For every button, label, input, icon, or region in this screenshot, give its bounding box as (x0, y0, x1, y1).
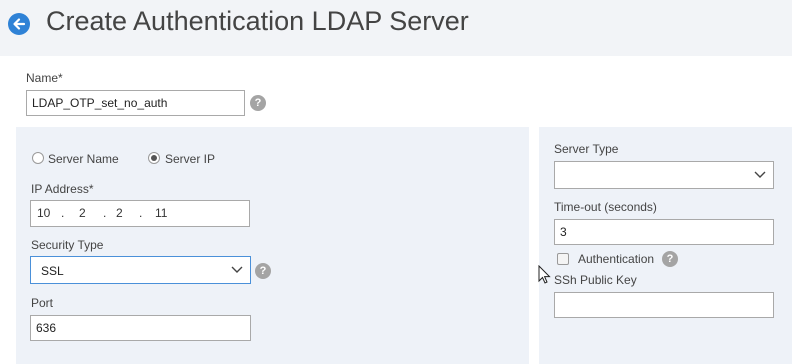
server-type-label: Server Type (554, 142, 619, 156)
ssh-public-key-input[interactable] (554, 292, 774, 318)
ip-address-label: IP Address* (31, 182, 94, 196)
authentication-label: Authentication (578, 252, 655, 266)
port-label: Port (31, 296, 54, 310)
page-header: Create Authentication LDAP Server (0, 0, 792, 50)
arrow-left-icon (13, 18, 26, 30)
server-ip-radio-label: Server IP (165, 152, 216, 166)
mouse-cursor-icon (538, 265, 551, 284)
ip-octet-1[interactable]: 10 (37, 206, 50, 220)
server-details-section: Server Name Server IP IP Address* 10 . 2… (16, 127, 529, 364)
authentication-checkbox[interactable] (557, 253, 569, 265)
security-type-select[interactable]: SSL (30, 256, 251, 284)
name-label: Name* (26, 71, 63, 85)
page-title: Create Authentication LDAP Server (46, 6, 469, 36)
authentication-help-icon[interactable]: ? (662, 251, 678, 267)
name-help-icon[interactable]: ? (250, 95, 266, 111)
server-options-section: Server Type Time-out (seconds) Authentic… (539, 127, 792, 364)
port-input[interactable] (30, 315, 251, 341)
server-name-radio-label: Server Name (48, 152, 119, 166)
chevron-down-icon (754, 171, 766, 178)
ip-separator: . (61, 206, 65, 220)
server-type-select[interactable] (554, 161, 774, 189)
timeout-label: Time-out (seconds) (554, 200, 657, 214)
ip-separator: . (139, 206, 143, 220)
security-type-label: Security Type (31, 238, 104, 252)
name-input[interactable] (26, 90, 245, 116)
ip-octet-2[interactable]: 2 (79, 206, 86, 220)
form-panel: Name* ? Server Name Server IP IP Address… (0, 56, 792, 364)
ssh-public-key-label: SSh Public Key (554, 273, 637, 287)
timeout-input[interactable] (554, 219, 774, 245)
server-ip-radio[interactable] (148, 152, 160, 164)
chevron-down-icon (231, 266, 243, 273)
ip-octet-4[interactable]: 11 (155, 206, 167, 220)
server-name-radio[interactable] (32, 152, 44, 164)
back-button[interactable] (8, 13, 30, 35)
ip-octet-3[interactable]: 2 (116, 206, 123, 220)
security-type-value: SSL (41, 264, 64, 278)
ip-address-input[interactable]: 10 . 2 . 2 . 11 (30, 200, 250, 227)
security-type-help-icon[interactable]: ? (255, 263, 271, 279)
ip-separator: . (103, 206, 107, 220)
